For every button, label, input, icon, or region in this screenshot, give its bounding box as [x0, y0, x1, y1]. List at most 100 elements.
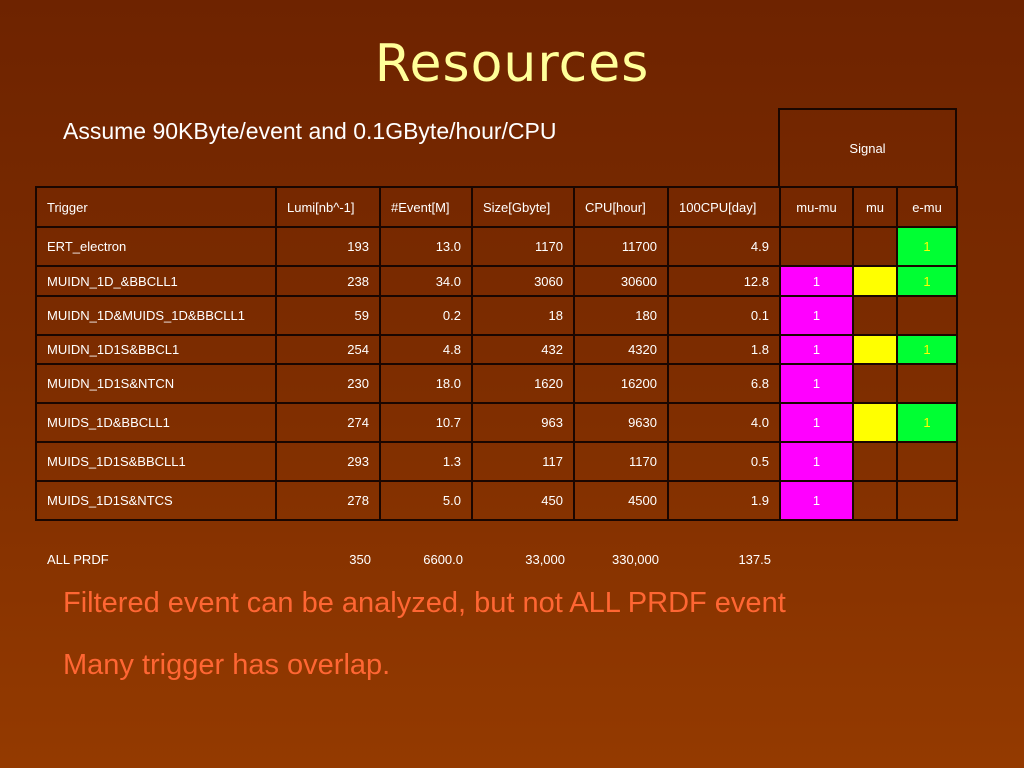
table-row: MUIDS_1D&BBCLL1 274 10.7 963 9630 4.0 1 … [35, 402, 958, 443]
cell-emu [896, 441, 958, 482]
header-mumu: mu-mu [779, 186, 854, 228]
cell-cpu: 4500 [573, 480, 669, 521]
cell-size: 117 [471, 441, 575, 482]
table-row: MUIDN_1D&MUIDS_1D&BBCLL1 59 0.2 18 180 0… [35, 295, 958, 336]
cell-events: 5.0 [379, 480, 473, 521]
cell-cpu100: 1.9 [667, 480, 781, 521]
cell-emu: 1 [896, 402, 958, 443]
cell-mumu: 1 [779, 402, 854, 443]
slide-title: Resources [374, 34, 650, 94]
cell-cpu: 1170 [573, 441, 669, 482]
cell-size: 963 [471, 402, 575, 443]
cell-lumi: 193 [275, 226, 381, 267]
cell-mumu [779, 226, 854, 267]
cell-trigger: MUIDS_1D&BBCLL1 [35, 402, 277, 443]
total-row-table: ALL PRDF 350 6600.0 33,000 330,000 137.5 [37, 548, 781, 570]
table-row: ERT_electron 193 13.0 1170 11700 4.9 1 [35, 226, 958, 267]
cell-trigger: ERT_electron [35, 226, 277, 267]
header-emu: e-mu [896, 186, 958, 228]
cell-events: 18.0 [379, 363, 473, 404]
cell-mumu: 1 [779, 295, 854, 336]
cell-emu: 1 [896, 334, 958, 365]
header-size: Size[Gbyte] [471, 186, 575, 228]
cell-events: 13.0 [379, 226, 473, 267]
cell-size: 18 [471, 295, 575, 336]
header-mu: mu [852, 186, 898, 228]
cell-size: 432 [471, 334, 575, 365]
header-trigger: Trigger [35, 186, 277, 228]
cell-trigger: MUIDN_1D_&BBCLL1 [35, 265, 277, 297]
cell-events: 1.3 [379, 441, 473, 482]
cell-trigger: MUIDN_1D1S&BBCL1 [35, 334, 277, 365]
cell-cpu: 180 [573, 295, 669, 336]
cell-events: 4.8 [379, 334, 473, 365]
resources-table: Trigger Lumi[nb^-1] #Event[M] Size[Gbyte… [35, 186, 958, 521]
cell-mumu: 1 [779, 334, 854, 365]
cell-cpu: 16200 [573, 363, 669, 404]
cell-mu: 1 [852, 334, 898, 365]
cell-emu [896, 480, 958, 521]
cell-emu: 1 [896, 226, 958, 267]
cell-cpu100: 1.8 [667, 334, 781, 365]
table-row: MUIDN_1D_&BBCLL1 238 34.0 3060 30600 12.… [35, 265, 958, 297]
total-cpu: 330,000 [612, 551, 659, 567]
cell-cpu100: 4.9 [667, 226, 781, 267]
cell-mu: 1 [852, 265, 898, 297]
header-events: #Event[M] [379, 186, 473, 228]
signal-header-label: Signal [849, 141, 886, 156]
table-row: MUIDN_1D1S&BBCL1 254 4.8 432 4320 1.8 1 … [35, 334, 958, 365]
total-row: ALL PRDF 350 6600.0 33,000 330,000 137.5 [37, 548, 781, 570]
header-lumi: Lumi[nb^-1] [275, 186, 381, 228]
cell-mu [852, 441, 898, 482]
header-cpu100: 100CPU[day] [667, 186, 781, 228]
cell-mu [852, 480, 898, 521]
cell-lumi: 274 [275, 402, 381, 443]
cell-cpu: 11700 [573, 226, 669, 267]
cell-mumu: 1 [779, 480, 854, 521]
cell-mu [852, 295, 898, 336]
cell-cpu100: 0.5 [667, 441, 781, 482]
cell-lumi: 278 [275, 480, 381, 521]
cell-emu: 1 [896, 265, 958, 297]
cell-mu: 1 [852, 402, 898, 443]
cell-emu [896, 295, 958, 336]
cell-events: 10.7 [379, 402, 473, 443]
cell-trigger: MUIDS_1D1S&NTCS [35, 480, 277, 521]
total-lumi: 350 [349, 551, 371, 567]
signal-header: Signal [778, 108, 957, 187]
cell-mumu: 1 [779, 265, 854, 297]
total-size: 33,000 [525, 551, 565, 567]
cell-cpu: 9630 [573, 402, 669, 443]
cell-trigger: MUIDN_1D1S&NTCN [35, 363, 277, 404]
cell-trigger: MUIDN_1D&MUIDS_1D&BBCLL1 [35, 295, 277, 336]
header-cpu: CPU[hour] [573, 186, 669, 228]
cell-mu [852, 363, 898, 404]
cell-lumi: 238 [275, 265, 381, 297]
total-events: 6600.0 [423, 551, 463, 567]
cell-size: 1620 [471, 363, 575, 404]
cell-lumi: 230 [275, 363, 381, 404]
table-row: MUIDS_1D1S&NTCS 278 5.0 450 4500 1.9 1 [35, 480, 958, 521]
assumption-text: Assume 90KByte/event and 0.1GByte/hour/C… [63, 118, 557, 144]
cell-cpu100: 0.1 [667, 295, 781, 336]
cell-cpu100: 12.8 [667, 265, 781, 297]
cell-events: 34.0 [379, 265, 473, 297]
table-header-row: Trigger Lumi[nb^-1] #Event[M] Size[Gbyte… [35, 186, 958, 228]
note-filtered: Filtered event can be analyzed, but not … [63, 587, 786, 619]
cell-size: 1170 [471, 226, 575, 267]
cell-cpu: 30600 [573, 265, 669, 297]
cell-size: 3060 [471, 265, 575, 297]
note-overlap: Many trigger has overlap. [63, 649, 391, 681]
cell-lumi: 254 [275, 334, 381, 365]
cell-events: 0.2 [379, 295, 473, 336]
cell-lumi: 293 [275, 441, 381, 482]
table-row: MUIDS_1D1S&BBCLL1 293 1.3 117 1170 0.5 1 [35, 441, 958, 482]
cell-mumu: 1 [779, 441, 854, 482]
cell-cpu100: 6.8 [667, 363, 781, 404]
cell-trigger: MUIDS_1D1S&BBCLL1 [35, 441, 277, 482]
cell-emu [896, 363, 958, 404]
cell-mumu: 1 [779, 363, 854, 404]
total-label: ALL PRDF [47, 551, 109, 567]
cell-size: 450 [471, 480, 575, 521]
cell-cpu: 4320 [573, 334, 669, 365]
